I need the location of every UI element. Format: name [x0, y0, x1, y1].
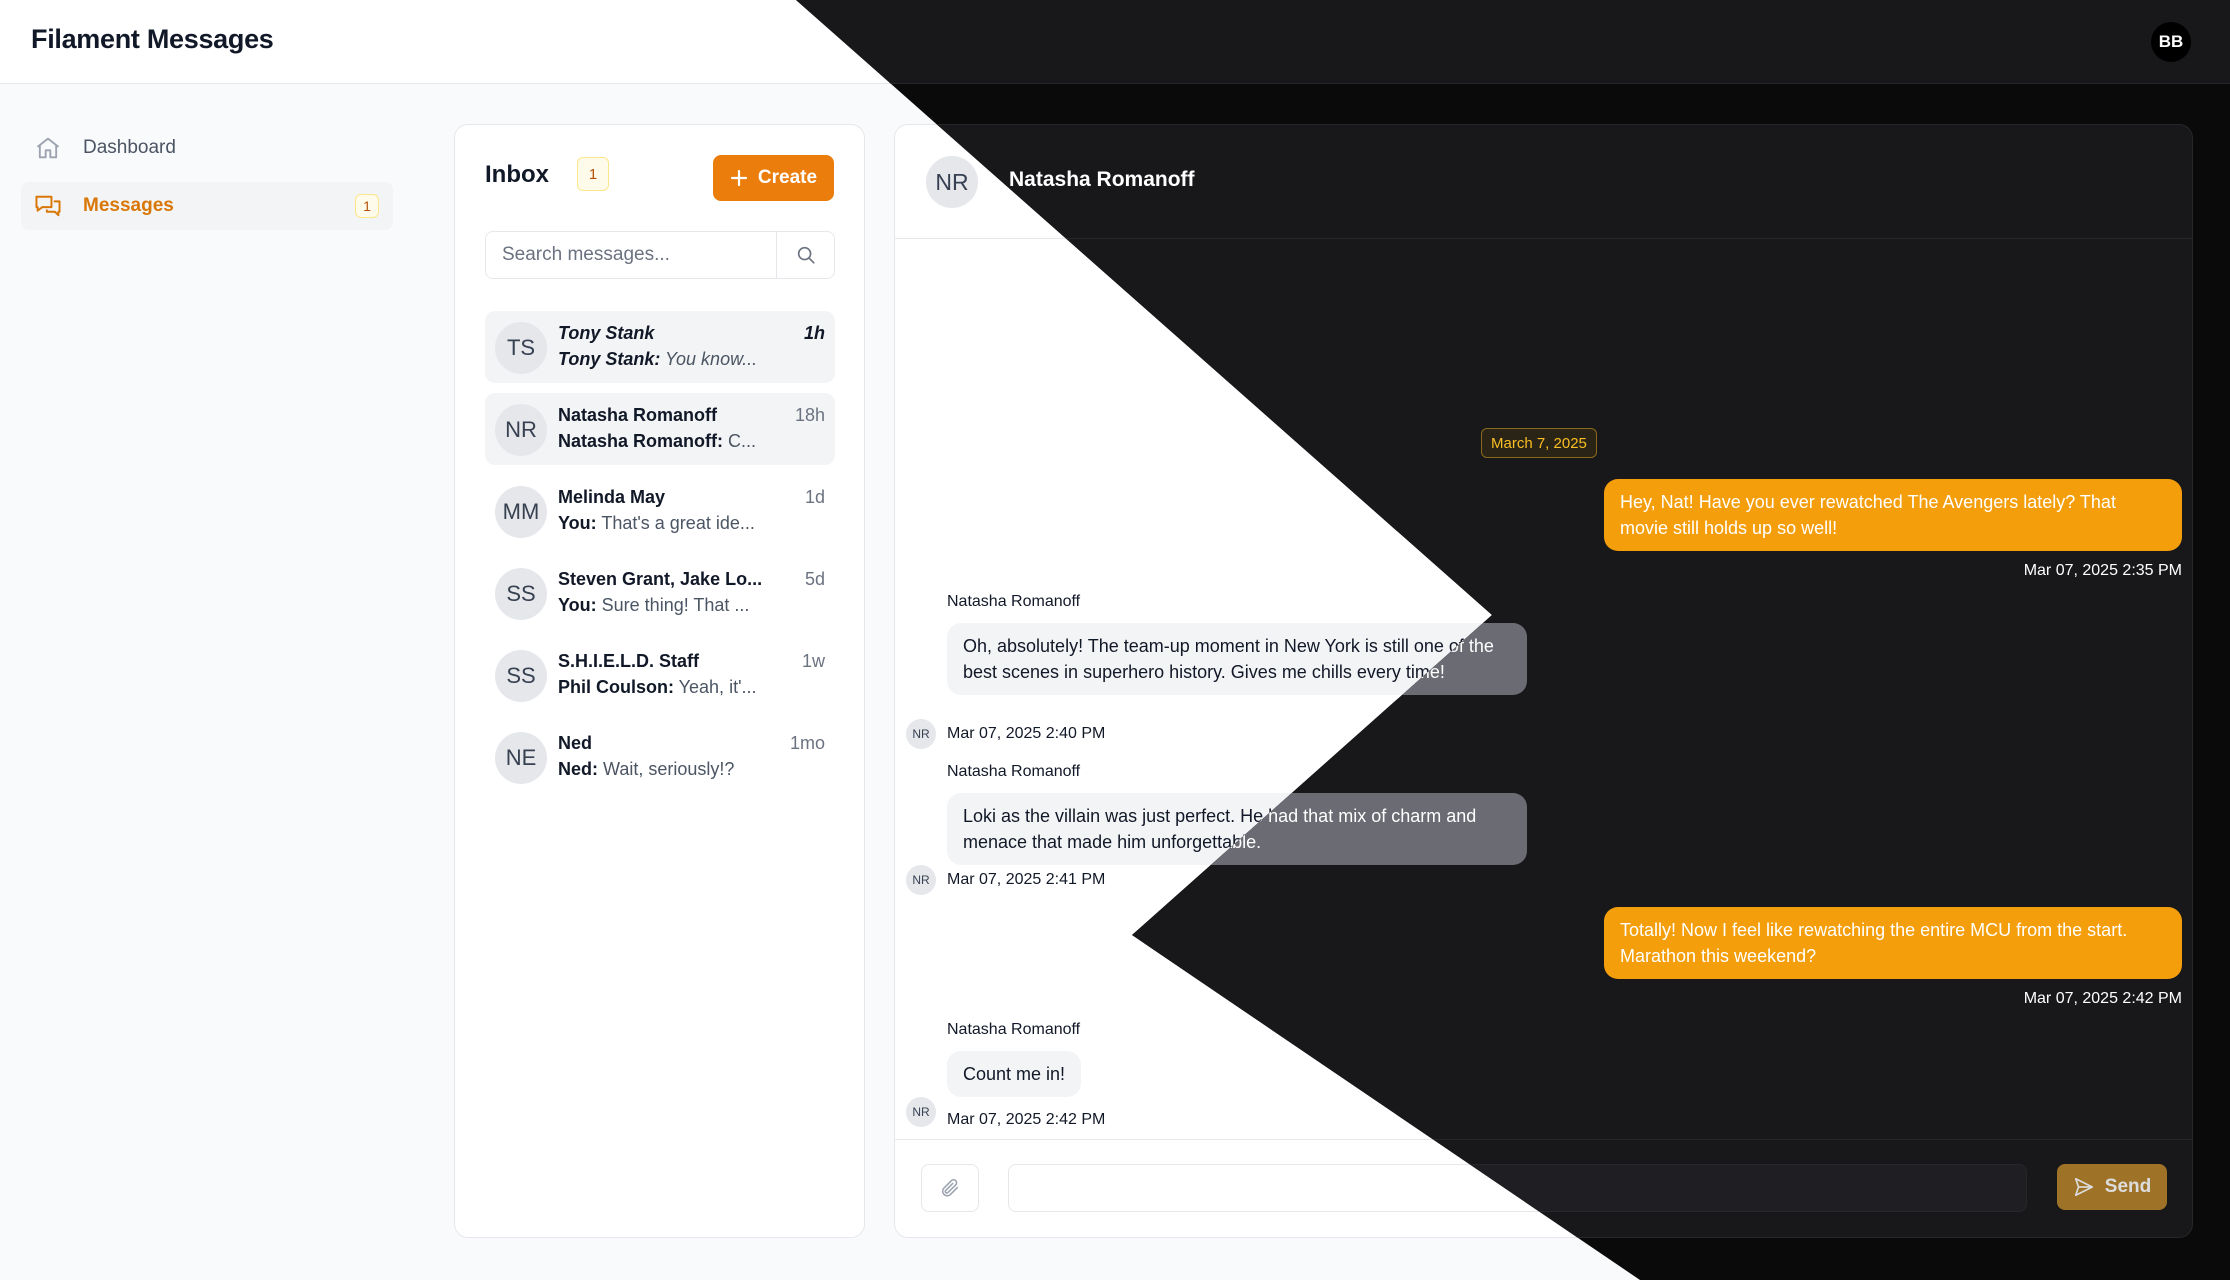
conversation-preview: Ned: Wait, seriously!?	[558, 759, 773, 780]
conversation-item[interactable]: SS Steven Grant, Jake Lo... 5d You: Sure th…	[485, 557, 835, 629]
conversation-preview: You: That's a great ide...	[558, 513, 773, 534]
preview-text: Sure thing! That ...	[596, 595, 750, 615]
preview-text: C...	[723, 431, 757, 451]
conversation-item[interactable]: SS S.H.I.E.L.D. Staff 1w Phil Coulson: Yeah…	[485, 639, 835, 711]
sidebar-item-label: Messages	[83, 195, 174, 216]
conversation-preview: You: Sure thing! That ...	[558, 595, 773, 616]
message-sender: Natasha Romanoff	[947, 1021, 1081, 1038]
conversation-item[interactable]: TS Tony Stank 1h Tony Stank: You know...	[485, 311, 835, 383]
chat-bubbles-icon	[33, 191, 63, 221]
conversation-time: 1d	[804, 487, 825, 507]
outgoing-message: Hey, Nat! Have you ever rewatched The Av…	[1604, 479, 2182, 551]
create-button[interactable]: Create	[713, 155, 834, 201]
conversation-preview: Phil Coulson: Yeah, it'...	[558, 677, 773, 698]
inbox-panel: Inbox 1 Create TS Tony Stank 1h Tony Stank:…	[454, 124, 865, 1238]
conversation-item[interactable]: NR Natasha Romanoff 18h Natasha Romanoff: C…	[485, 393, 835, 465]
avatar: NR	[906, 1097, 936, 1127]
search-icon[interactable]	[776, 232, 834, 278]
conversation-name: Ned	[558, 733, 593, 753]
inbox-title: Inbox	[485, 161, 549, 188]
avatar: NR	[906, 719, 936, 749]
avatar: MM	[495, 486, 547, 538]
attach-button[interactable]	[921, 1164, 979, 1212]
preview-text: Yeah, it'...	[674, 677, 757, 697]
avatar: TS	[495, 322, 547, 374]
outgoing-message: Totally! Now I feel like rewatching the …	[1604, 907, 2182, 979]
preview-sender: You:	[558, 513, 597, 533]
sidebar-item-label: Dashboard	[83, 137, 176, 158]
user-avatar[interactable]: BB	[2151, 22, 2191, 62]
preview-text: You know...	[660, 349, 758, 369]
avatar: SS	[495, 650, 547, 702]
preview-sender: Tony Stank:	[558, 349, 661, 369]
date-divider: March 7, 2025	[1481, 428, 1597, 458]
conversation-preview: Tony Stank: You know...	[558, 349, 773, 370]
preview-text: Wait, seriously!?	[598, 759, 735, 779]
conversation-time: 1h	[803, 323, 825, 343]
send-label: Send	[2104, 1176, 2152, 1197]
message-sender: Natasha Romanoff	[947, 593, 1081, 610]
preview-sender: You:	[558, 595, 597, 615]
conversation-item[interactable]: NE Ned 1mo Ned: Wait, seriously!?	[485, 721, 835, 793]
inbox-count-badge: 1	[577, 157, 609, 191]
message-timestamp: Mar 07, 2025 2:42 PM	[947, 1111, 1106, 1128]
conversation-name: Steven Grant, Jake Lo...	[558, 569, 763, 589]
conversation-name: Melinda May	[558, 487, 666, 507]
paperclip-icon	[941, 1179, 959, 1197]
chat-contact-name: Natasha Romanoff	[1009, 168, 1195, 191]
conversation-time: 5d	[804, 569, 825, 589]
conversation-name: S.H.I.E.L.D. Staff	[558, 651, 700, 671]
conversation-item[interactable]: MM Melinda May 1d You: That's a great ide..…	[485, 475, 835, 547]
message-sender: Natasha Romanoff	[947, 763, 1081, 780]
incoming-message: Count me in!	[947, 1051, 1082, 1097]
avatar: NE	[495, 732, 547, 784]
conversation-name: Tony Stank	[558, 323, 655, 343]
preview-sender: Natasha Romanoff:	[558, 431, 724, 451]
paper-plane-icon	[2074, 1177, 2093, 1197]
sidebar-item-messages[interactable]: Messages 1	[21, 182, 393, 230]
message-timestamp: Mar 07, 2025 2:35 PM	[2023, 562, 2182, 579]
search-box	[485, 231, 835, 279]
avatar: NR	[495, 404, 547, 456]
conversation-time: 1w	[801, 651, 825, 671]
create-label: Create	[757, 167, 818, 188]
send-button[interactable]: Send	[2057, 1164, 2167, 1210]
message-timestamp: Mar 07, 2025 2:41 PM	[947, 871, 1106, 888]
chat-avatar: NR	[926, 156, 978, 208]
preview-text: That's a great ide...	[596, 513, 755, 533]
app-title: Filament Messages	[31, 24, 274, 54]
conversation-name: Natasha Romanoff	[558, 405, 718, 425]
conversation-time: 18h	[794, 405, 825, 425]
message-timestamp: Mar 07, 2025 2:40 PM	[947, 725, 1106, 742]
avatar: NR	[906, 865, 936, 895]
avatar: SS	[495, 568, 547, 620]
sidebar-item-dashboard[interactable]: Dashboard	[21, 124, 393, 172]
preview-sender: Ned:	[558, 759, 598, 779]
plus-icon	[730, 169, 748, 187]
message-timestamp: Mar 07, 2025 2:42 PM	[2023, 990, 2182, 1007]
search-input[interactable]	[486, 232, 776, 278]
home-icon	[33, 133, 63, 163]
conversation-time: 1mo	[789, 733, 825, 753]
conversation-preview: Natasha Romanoff: C...	[558, 431, 773, 452]
preview-sender: Phil Coulson:	[558, 677, 674, 697]
chat-header: NR Natasha Romanoff	[895, 125, 2192, 239]
unread-badge: 1	[355, 194, 379, 218]
